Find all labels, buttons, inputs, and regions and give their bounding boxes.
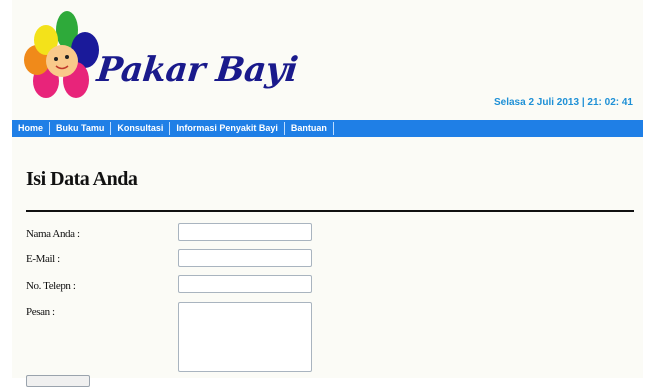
page-container: Pakar Bayi Selasa 2 Juli 2013 | 21: 02: …: [12, 0, 643, 387]
site-header: Pakar Bayi Selasa 2 Juli 2013 | 21: 02: …: [12, 0, 643, 120]
phone-field[interactable]: [178, 275, 312, 293]
submit-button[interactable]: [26, 375, 90, 387]
email-field[interactable]: [178, 249, 312, 267]
logo-text: Pakar Bayi: [94, 50, 300, 90]
nav-item-buku-tamu[interactable]: Buku Tamu: [50, 122, 112, 135]
message-field[interactable]: [178, 302, 312, 372]
message-label: Pesan :: [26, 306, 55, 318]
name-label: Nama Anda :: [26, 228, 80, 240]
nav-item-konsultasi[interactable]: Konsultasi: [111, 122, 171, 135]
site-logo[interactable]: Pakar Bayi: [22, 8, 300, 112]
name-field[interactable]: [178, 223, 312, 241]
page-title: Isi Data Anda: [26, 168, 138, 190]
main-nav: Home Buku Tamu Konsultasi Informasi Peny…: [12, 120, 643, 137]
nav-item-informasi-penyakit-bayi[interactable]: Informasi Penyakit Bayi: [170, 122, 285, 135]
nav-item-home[interactable]: Home: [12, 122, 51, 135]
date-time-display: Selasa 2 Juli 2013 | 21: 02: 41: [493, 97, 633, 108]
title-divider: [26, 210, 634, 212]
nav-item-bantuan[interactable]: Bantuan: [285, 122, 334, 135]
email-label: E-Mail :: [26, 253, 60, 265]
phone-label: No. Telepn :: [26, 280, 76, 292]
